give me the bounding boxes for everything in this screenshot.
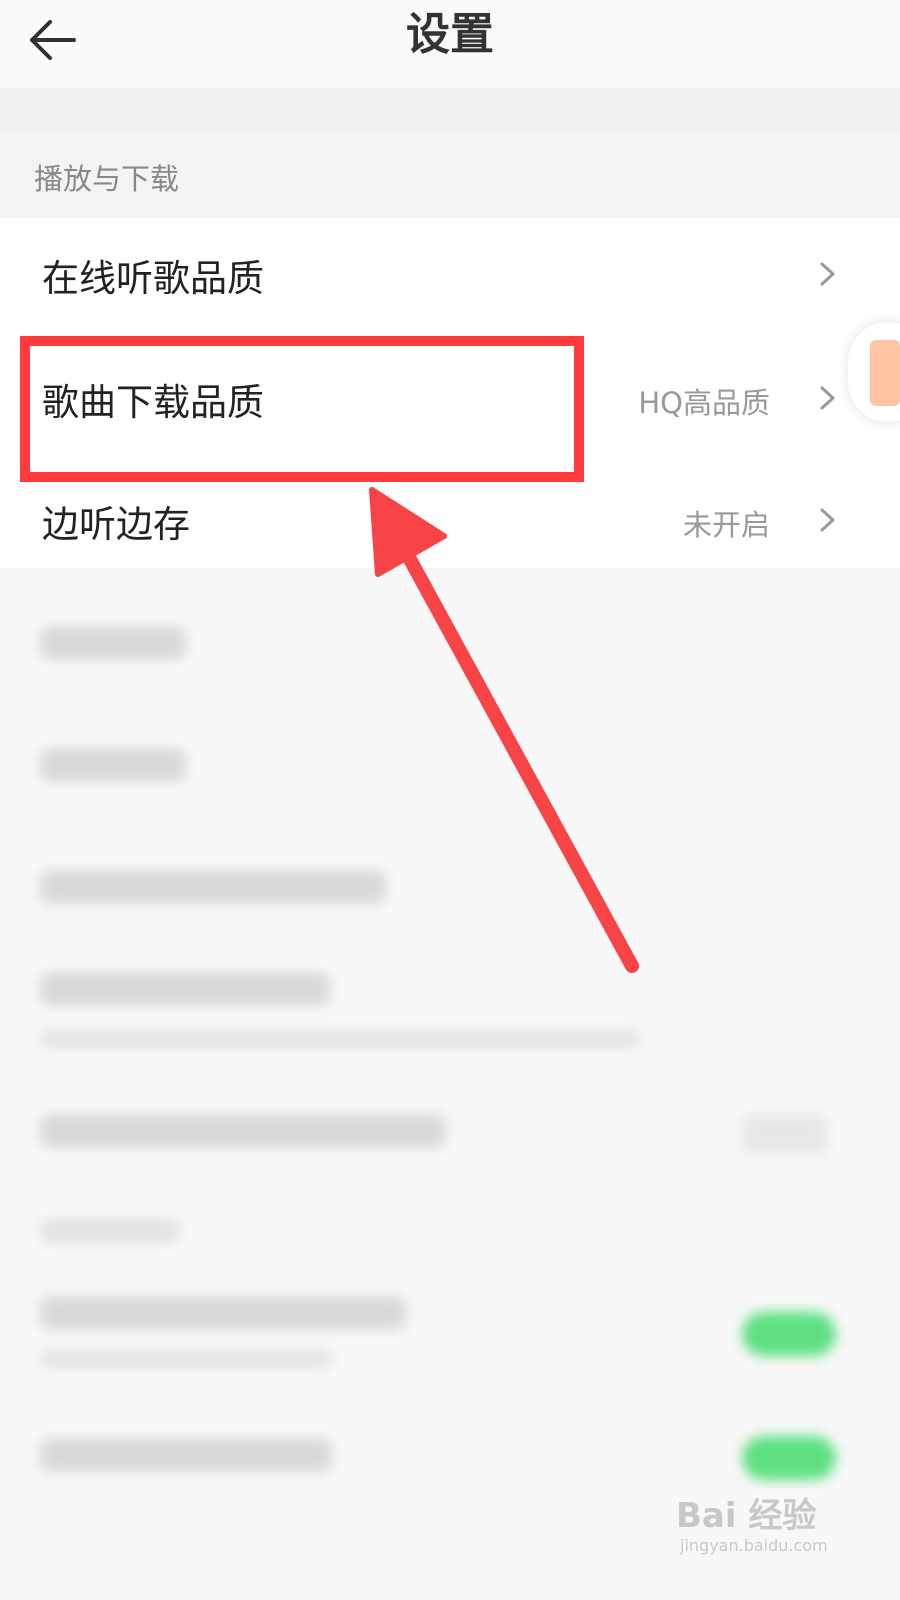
watermark-brand: Bai 经验 bbox=[676, 1496, 817, 1536]
watermark: Bai 经验 jingyan.baidu.com bbox=[676, 1480, 866, 1570]
watermark-url: jingyan.baidu.com bbox=[680, 1536, 828, 1555]
annotation-arrow bbox=[369, 487, 639, 973]
